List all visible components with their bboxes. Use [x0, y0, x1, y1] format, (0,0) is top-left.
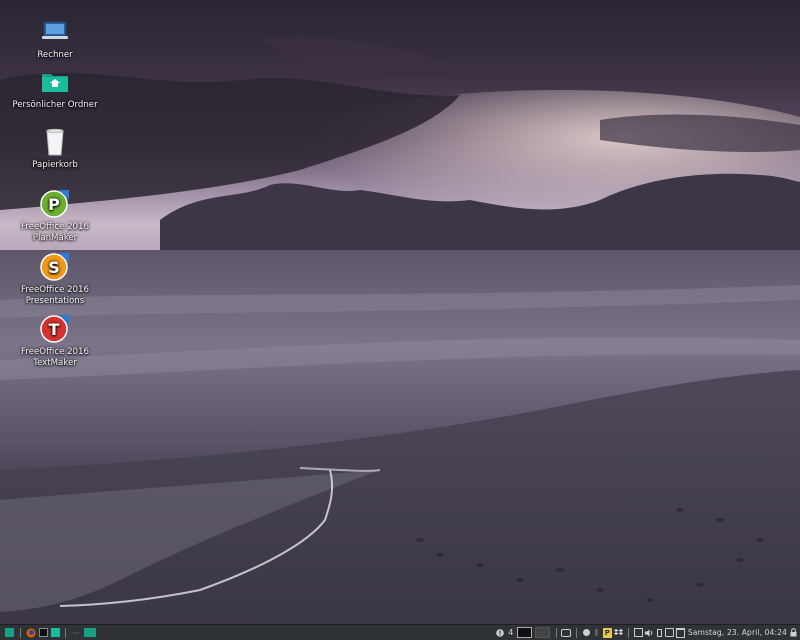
desktop-icon-label: FreeOffice 2016 TextMaker [21, 347, 89, 368]
presentations-icon: S [39, 251, 71, 283]
separator [555, 627, 557, 638]
textmaker-icon: T [39, 313, 71, 345]
desktop-icon-label: Papierkorb [32, 160, 78, 170]
tray-network[interactable] [581, 626, 592, 640]
folder-icon [50, 628, 60, 637]
tray-chat[interactable] [561, 626, 572, 640]
workspace-2-preview [535, 627, 551, 638]
tray-keyboard[interactable] [665, 626, 675, 640]
volume-icon [644, 629, 653, 636]
app-menu-button[interactable] [2, 626, 16, 640]
home-folder-icon [39, 66, 71, 98]
network-icon [582, 629, 590, 636]
separator [20, 627, 21, 638]
laptop-icon [39, 16, 71, 48]
svg-text:T: T [49, 320, 60, 339]
desktop-wallpaper [0, 0, 800, 624]
separator [575, 627, 577, 638]
desktop-icon-label: FreeOffice 2016 Presentations [21, 285, 89, 306]
desktop-icon-trash[interactable]: Papierkorb [10, 126, 100, 171]
tray-battery[interactable] [655, 626, 665, 640]
tray-dropbox[interactable] [613, 626, 624, 640]
tray-volume[interactable] [644, 626, 655, 640]
tray-bluetooth[interactable]: ᛒ [592, 626, 602, 640]
desktop-icon-rechner[interactable]: Rechner [10, 16, 100, 61]
notification-button[interactable] [495, 626, 506, 640]
chat-icon [561, 628, 572, 637]
taskbar-window-files[interactable] [82, 626, 98, 640]
desktop-icon-home-folder[interactable]: Persönlicher Ordner [10, 66, 100, 111]
info-icon [496, 628, 505, 637]
calendar-icon [675, 627, 685, 638]
clock[interactable]: Samstag, 23. April, 04:24 [688, 628, 787, 637]
folder-icon [84, 628, 96, 637]
svg-text:S: S [48, 258, 60, 277]
tray-planmaker[interactable]: P [602, 626, 613, 640]
show-desktop-button[interactable]: ⋯ [70, 626, 82, 640]
workspace-2[interactable] [534, 626, 552, 640]
desktop-icon-label: Persönlicher Ordner [12, 100, 98, 110]
workspace-1-preview [517, 627, 533, 638]
window-icon [633, 628, 643, 637]
tray-calendar[interactable] [675, 626, 686, 640]
firefox-icon [26, 628, 36, 637]
planmaker-icon: P [39, 188, 71, 220]
battery-icon [657, 628, 663, 637]
desktop-icon-presentations[interactable]: S FreeOffice 2016 Presentations [10, 251, 100, 307]
app-menu-icon [4, 628, 14, 637]
workspace-1[interactable] [516, 626, 534, 640]
dots-icon: ⋯ [72, 628, 80, 637]
desktop-icon-label: Rechner [37, 50, 73, 60]
desktop-icon-textmaker[interactable]: T FreeOffice 2016 TextMaker [10, 313, 100, 369]
clipboard-icon: P [602, 627, 612, 638]
taskbar: ⋯ 4 ᛒ P Samstag, 23. April, 04:24 [0, 624, 800, 640]
lock-icon [790, 628, 796, 637]
firefox-launcher[interactable] [25, 626, 37, 640]
lock-button[interactable] [787, 626, 799, 640]
separator [627, 627, 629, 638]
bluetooth-icon: ᛒ [594, 628, 600, 637]
workspace-count: 4 [508, 628, 514, 637]
separator [65, 627, 66, 638]
keyboard-icon [665, 628, 675, 637]
desktop-icon-label: FreeOffice 2016 PlanMaker [21, 222, 89, 243]
terminal-icon [38, 628, 48, 637]
files-launcher[interactable] [49, 626, 61, 640]
dropbox-icon [613, 629, 623, 635]
desktop-icon-planmaker[interactable]: P FreeOffice 2016 PlanMaker [10, 188, 100, 244]
svg-text:P: P [48, 195, 60, 214]
terminal-launcher[interactable] [37, 626, 49, 640]
trash-icon [39, 126, 71, 158]
tray-window[interactable] [633, 626, 644, 640]
